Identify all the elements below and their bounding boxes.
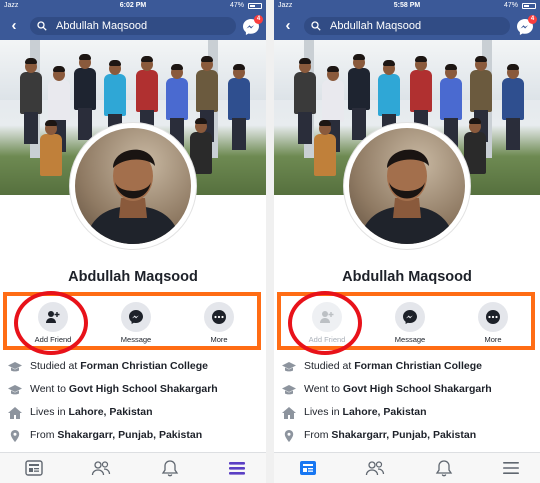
more-label: More (484, 335, 502, 344)
messenger-button[interactable]: 4 (242, 15, 263, 36)
search-icon (37, 21, 47, 31)
intro-item-from[interactable]: From Shakargarr, Punjab, Pakistan (0, 425, 266, 448)
right-profile-screen: Jazz 5:58 PM 47% ‹ Abdullah Maqsood 4 Ab… (274, 0, 540, 483)
graduation-cap-icon (282, 385, 296, 395)
intro-item-education[interactable]: Studied at Forman Christian College (274, 356, 540, 379)
intro-value: Forman Christian College (354, 360, 482, 372)
tab-friends[interactable] (365, 459, 385, 477)
message-button[interactable]: Message (101, 298, 171, 348)
home-icon (282, 407, 296, 419)
notification-badge: 4 (254, 15, 263, 24)
intro-item-school[interactable]: Went to Govt High School Shakargarh (274, 379, 540, 402)
back-arrow-icon[interactable]: ‹ (280, 18, 296, 34)
message-label: Message (120, 335, 152, 344)
intro-value: Shakargarr, Punjab, Pakistan (331, 429, 477, 441)
news-feed-icon (300, 461, 316, 475)
search-input[interactable]: Abdullah Maqsood (304, 17, 510, 35)
profile-picture[interactable] (70, 123, 196, 249)
location-pin-icon (10, 430, 20, 442)
tab-notifications[interactable] (160, 459, 180, 477)
tab-menu[interactable] (227, 459, 247, 477)
graduation-cap-icon (282, 362, 296, 372)
back-arrow-icon[interactable]: ‹ (6, 18, 22, 34)
tab-news-feed[interactable] (24, 459, 44, 477)
battery-icon (522, 3, 536, 9)
battery-percent: 47% (229, 2, 244, 9)
intro-prefix: From (304, 429, 332, 441)
highlight-ring (288, 291, 362, 355)
menu-icon (503, 462, 519, 474)
notification-badge: 4 (528, 15, 537, 24)
home-icon (8, 407, 22, 419)
profile-name: Abdullah Maqsood (68, 269, 198, 285)
intro-item-school[interactable]: Went to Govt High School Shakargarh (0, 379, 266, 402)
intro-value: Lahore, Pakistan (68, 406, 153, 418)
location-pin-icon (284, 430, 294, 442)
intro-value: Lahore, Pakistan (342, 406, 427, 418)
tab-menu[interactable] (501, 459, 521, 477)
battery-icon (248, 3, 262, 9)
intro-prefix: Went to (304, 383, 343, 395)
bottom-tab-bar (274, 452, 540, 483)
intro-prefix: Studied at (30, 360, 81, 372)
intro-item-education[interactable]: Studied at Forman Christian College (0, 356, 266, 379)
friends-icon (365, 461, 385, 476)
search-input[interactable]: Abdullah Maqsood (30, 17, 236, 35)
intro-item-lives-in[interactable]: Lives in Lahore, Pakistan (274, 402, 540, 425)
comparison-screenshot: Jazz 6:02 PM 47% ‹ Abdullah Maqsood 4 Ab… (0, 0, 540, 483)
top-nav-bar: ‹ Abdullah Maqsood 4 (274, 12, 540, 40)
graduation-cap-icon (8, 362, 22, 372)
profile-name: Abdullah Maqsood (342, 269, 472, 285)
status-bar: Jazz 6:02 PM 47% (0, 0, 266, 12)
search-icon (311, 21, 321, 31)
graduation-cap-icon (8, 385, 22, 395)
search-value: Abdullah Maqsood (56, 20, 148, 32)
more-label: More (210, 335, 228, 344)
tab-friends[interactable] (91, 459, 111, 477)
status-bar: Jazz 5:58 PM 47% (274, 0, 540, 12)
more-icon (486, 310, 500, 324)
tab-news-feed[interactable] (298, 459, 318, 477)
intro-item-lives-in[interactable]: Lives in Lahore, Pakistan (0, 402, 266, 425)
intro-value: Govt High School Shakargarh (68, 383, 218, 395)
top-nav-bar: ‹ Abdullah Maqsood 4 (0, 12, 266, 40)
messenger-button[interactable]: 4 (516, 15, 537, 36)
highlight-ring (14, 291, 88, 355)
intro-value: Shakargarr, Punjab, Pakistan (57, 429, 203, 441)
more-button[interactable]: More (184, 298, 254, 348)
panel-divider (266, 0, 274, 483)
notifications-icon (435, 460, 453, 477)
left-profile-screen: Jazz 6:02 PM 47% ‹ Abdullah Maqsood 4 Ab… (0, 0, 266, 483)
status-time: 5:58 PM (393, 2, 421, 9)
profile-portrait (359, 149, 455, 244)
intro-item-from[interactable]: From Shakargarr, Punjab, Pakistan (274, 425, 540, 448)
menu-icon (229, 462, 245, 475)
bottom-tab-bar (0, 452, 266, 483)
intro-prefix: Went to (30, 383, 69, 395)
message-button[interactable]: Message (375, 298, 445, 348)
messenger-icon (129, 310, 143, 324)
intro-list: Studied at Forman Christian College Went… (0, 356, 266, 448)
intro-prefix: Lives in (304, 406, 343, 418)
news-feed-icon (25, 460, 43, 476)
intro-prefix: From (30, 429, 58, 441)
intro-value: Govt High School Shakargarh (342, 383, 492, 395)
profile-portrait (85, 149, 181, 244)
intro-prefix: Studied at (304, 360, 355, 372)
search-value: Abdullah Maqsood (330, 20, 422, 32)
status-time: 6:02 PM (119, 2, 147, 9)
profile-picture[interactable] (344, 123, 470, 249)
messenger-icon (403, 310, 417, 324)
intro-prefix: Lives in (30, 406, 69, 418)
tab-notifications[interactable] (434, 459, 454, 477)
notifications-icon (161, 460, 179, 477)
intro-value: Forman Christian College (80, 360, 208, 372)
friends-icon (91, 461, 111, 476)
battery-percent: 47% (503, 2, 518, 9)
more-icon (212, 310, 226, 324)
more-button[interactable]: More (458, 298, 528, 348)
message-label: Message (394, 335, 426, 344)
intro-list: Studied at Forman Christian College Went… (274, 356, 540, 448)
